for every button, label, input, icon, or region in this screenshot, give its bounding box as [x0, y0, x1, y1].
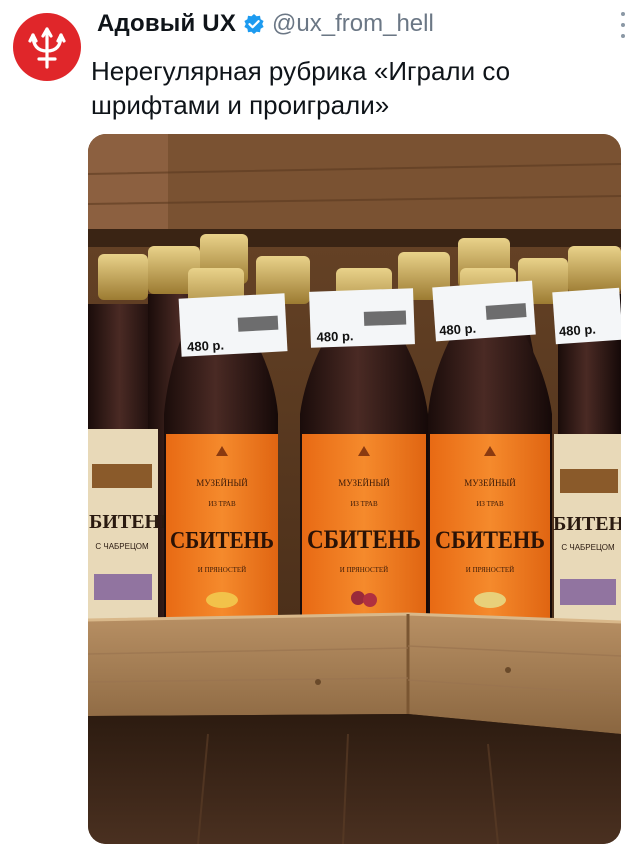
tweet-header: Адовый UX @ux_from_hell: [97, 6, 600, 42]
side-label-left-sub: С ЧАБРЕЦОМ: [95, 542, 149, 551]
label-3-bottom: И ПРЯНОСТЕЙ: [466, 566, 514, 574]
tweet-media-photo[interactable]: СБИТЕНЬ С ЧАБРЕЦОМ СБИТЕНЬ С ЧАБРЕЦОМ М: [88, 134, 621, 844]
svg-text:480 р.: 480 р.: [558, 322, 596, 340]
tweet-text-line-2: шрифтами и проиграли»: [91, 90, 390, 120]
tweet-text-line-1: Нерегулярная рубрика «Играли со: [91, 56, 511, 86]
verified-badge-icon: [243, 13, 265, 35]
label-1-top: МУЗЕЙНЫЙ: [196, 478, 248, 488]
more-vertical-icon[interactable]: [618, 12, 628, 38]
tweet-text: Нерегулярная рубрика «Играли со шрифтами…: [91, 54, 611, 122]
label-2-bottom: И ПРЯНОСТЕЙ: [340, 566, 388, 574]
author-name[interactable]: Адовый UX: [97, 10, 236, 38]
side-label-left: СБИТЕНЬ: [88, 511, 173, 533]
svg-text:480 р.: 480 р.: [316, 328, 353, 344]
label-2-sub: ИЗ ТРАВ: [350, 500, 378, 508]
bottles-photo: СБИТЕНЬ С ЧАБРЕЦОМ СБИТЕНЬ С ЧАБРЕЦОМ М: [88, 134, 621, 844]
label-3-main: СБИТЕНЬ: [435, 527, 545, 554]
svg-text:480 р.: 480 р.: [439, 321, 477, 339]
author-handle[interactable]: @ux_from_hell: [272, 10, 434, 38]
label-2-main: СБИТЕНЬ: [307, 525, 421, 554]
price-tag-2: 480 р.: [309, 288, 415, 348]
label-1-main: СБИТЕНЬ: [170, 528, 274, 554]
label-3-sub: ИЗ ТРАВ: [476, 500, 504, 508]
price-tag-3: 480 р.: [432, 280, 536, 342]
price-tag-1: 480 р.: [178, 293, 288, 357]
side-label-right-sub: С ЧАБРЕЦОМ: [561, 543, 615, 552]
avatar[interactable]: [13, 13, 81, 81]
label-3-top: МУЗЕЙНЫЙ: [464, 478, 516, 488]
label-1-sub: ИЗ ТРАВ: [208, 500, 236, 508]
svg-text:480 р.: 480 р.: [187, 338, 225, 355]
trident-devil-icon: [28, 27, 66, 69]
label-1-bottom: И ПРЯНОСТЕЙ: [198, 566, 246, 574]
label-2-top: МУЗЕЙНЫЙ: [338, 478, 390, 488]
price-tag-4: 480 р.: [552, 287, 621, 345]
